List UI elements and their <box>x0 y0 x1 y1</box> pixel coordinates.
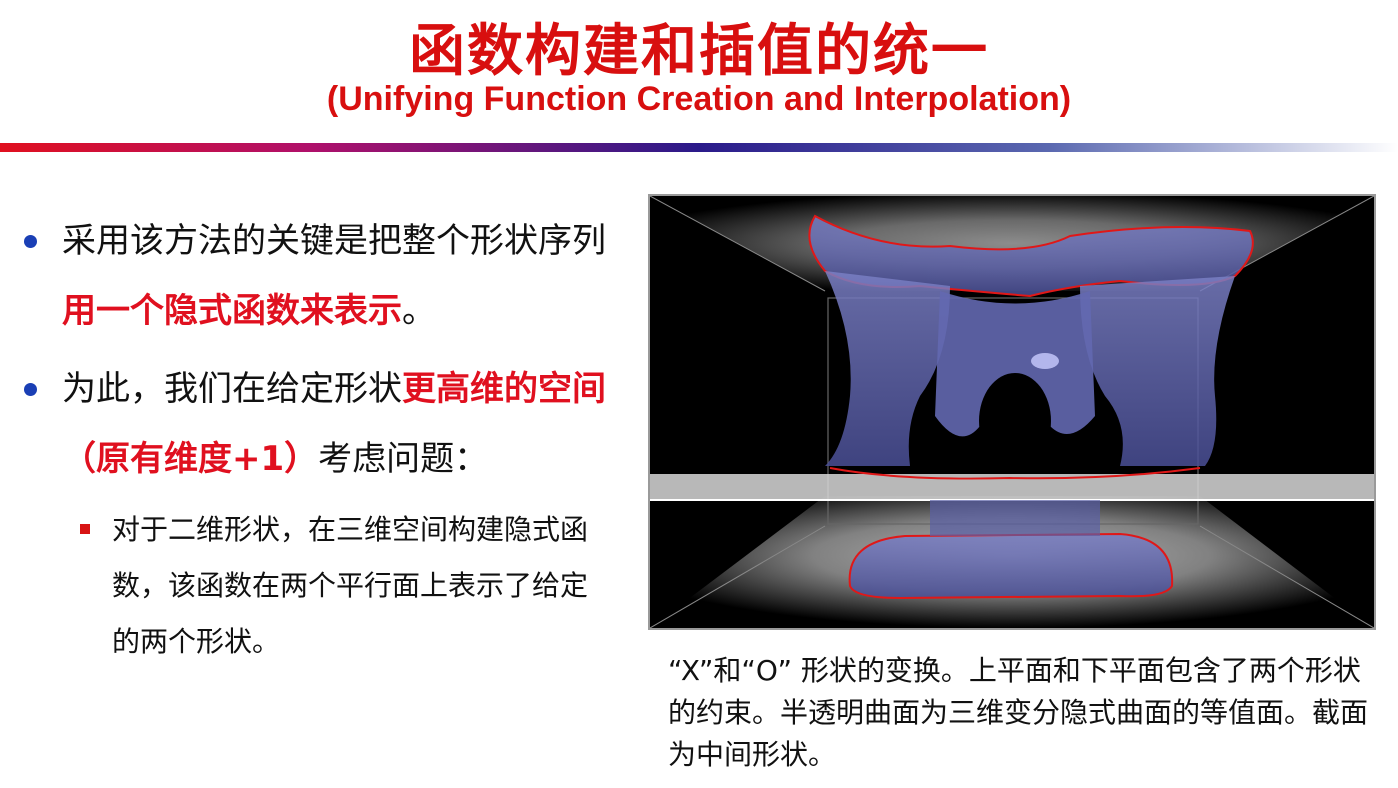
bullet-1-text-b: 。 <box>402 291 436 331</box>
header-divider <box>0 143 1398 152</box>
bullet-list: 采用该方法的关键是把整个形状序列用一个隐式函数来表示。 为此，我们在给定形状更高… <box>22 206 622 670</box>
bottom-o-shape <box>848 532 1174 600</box>
isosurface-illustration <box>650 196 1374 628</box>
bullet-item-2: 为此，我们在给定形状更高维的空间（原有维度+1）考虑问题： <box>22 354 622 494</box>
page-title: 函数构建和插值的统一 <box>409 19 989 84</box>
page-subtitle: (Unifying Function Creation and Interpol… <box>326 80 1072 118</box>
surface-hole <box>979 373 1051 469</box>
bullet-1-highlight: 用一个隐式函数来表示 <box>62 291 402 331</box>
bullet-item-1: 采用该方法的关键是把整个形状序列用一个隐式函数来表示。 <box>22 206 622 346</box>
sub-bullet-text: 对于二维形状，在三维空间构建隐式函数，该函数在两个平行面上表示了给定的两个形状。 <box>112 513 589 658</box>
isosurface-figure <box>648 194 1376 630</box>
sub-bullet-item: 对于二维形状，在三维空间构建隐式函数，该函数在两个平行面上表示了给定的两个形状。 <box>62 502 602 670</box>
square-bullet-icon <box>80 524 90 534</box>
bullet-dot-icon <box>24 383 37 396</box>
bullet-dot-icon <box>24 235 37 248</box>
bullet-1-text-a: 采用该方法的关键是把整个形状序列 <box>62 221 606 261</box>
figure-caption: “X”和“O” 形状的变换。上平面和下平面包含了两个形状的约束。半透明曲面为三维… <box>668 654 1369 771</box>
bullet-2-text-a: 为此，我们在给定形状 <box>62 369 402 409</box>
bullet-2-text-b: 考虑问题： <box>318 439 489 479</box>
